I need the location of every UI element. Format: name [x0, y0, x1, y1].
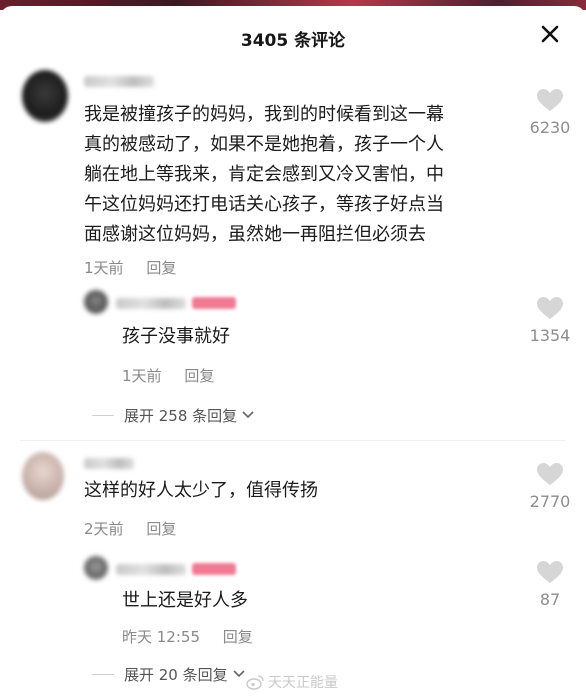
weibo-logo-icon	[246, 675, 264, 690]
reply-meta: 昨天 12:55 回复	[122, 626, 253, 647]
reply-button[interactable]: 回复	[184, 367, 214, 385]
heart-icon	[537, 561, 563, 583]
expand-replies-label: 展开 20 条回复	[124, 666, 228, 684]
like-button[interactable]: 1354	[520, 296, 580, 345]
comment-meta: 1天前 回复	[84, 257, 176, 278]
chevron-down-icon	[241, 408, 255, 423]
author-badge	[192, 297, 236, 309]
author-badge	[192, 563, 236, 575]
avatar[interactable]	[84, 556, 108, 580]
comment-time: 2天前	[84, 520, 124, 538]
username-blurred[interactable]	[84, 76, 154, 87]
reply-time: 1天前	[122, 367, 162, 385]
like-button[interactable]: 87	[520, 560, 580, 609]
expand-replies-label: 展开 258 条回复	[124, 407, 238, 425]
watermark-text: 天天正能量	[268, 675, 338, 691]
reply-button[interactable]: 回复	[146, 259, 176, 277]
username-blurred[interactable]	[116, 564, 186, 575]
reply-button[interactable]: 回复	[146, 520, 176, 538]
chevron-down-icon	[232, 667, 246, 682]
reply-text: 世上还是好人多	[122, 590, 248, 611]
watermark: 天天正能量	[246, 672, 338, 692]
reply-text: 孩子没事就好	[122, 326, 230, 347]
like-count: 1354	[529, 326, 571, 345]
heart-icon	[537, 297, 563, 319]
heart-icon	[537, 463, 563, 485]
like-count: 87	[539, 590, 561, 609]
like-count: 6230	[529, 118, 571, 137]
expand-line	[92, 415, 114, 416]
like-button[interactable]: 2770	[520, 462, 580, 511]
comment-time: 1天前	[84, 259, 124, 277]
close-icon[interactable]	[536, 20, 564, 48]
divider	[20, 440, 566, 441]
expand-replies-button[interactable]: 展开 20 条回复	[92, 664, 246, 685]
username-blurred[interactable]	[84, 458, 134, 469]
username-blurred[interactable]	[116, 298, 186, 309]
expand-line	[92, 674, 114, 675]
heart-icon	[537, 89, 563, 111]
avatar[interactable]	[84, 290, 108, 314]
avatar[interactable]	[22, 452, 64, 500]
like-button[interactable]: 6230	[520, 88, 580, 137]
reply-meta: 1天前 回复	[122, 365, 214, 386]
reply-time: 昨天 12:55	[122, 628, 200, 646]
expand-replies-button[interactable]: 展开 258 条回复	[92, 405, 255, 426]
comments-count-title: 3405 条评论	[240, 31, 346, 51]
like-count: 2770	[529, 492, 571, 511]
comment-meta: 2天前 回复	[84, 518, 176, 539]
avatar[interactable]	[22, 70, 68, 122]
comment-text: 我是被撞孩子的妈妈，我到的时候看到这一幕 真的被感动了，如果不是她抱着，孩子一个…	[84, 104, 444, 245]
reply-button[interactable]: 回复	[223, 628, 253, 646]
comment-text: 这样的好人太少了，值得传扬	[84, 480, 318, 501]
